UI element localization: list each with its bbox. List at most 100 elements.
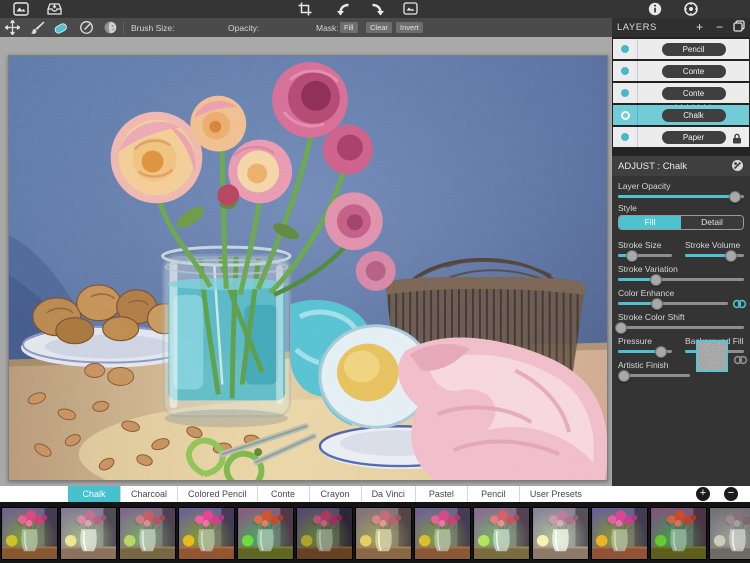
layer-pill[interactable]: Conte (662, 65, 726, 78)
slider-thumb[interactable] (650, 274, 662, 286)
layer-row-chalk-selected[interactable]: · · · · · · · Chalk (613, 105, 749, 125)
remove-preset-button[interactable]: − (724, 487, 738, 501)
layer-row-conte1[interactable]: Conte (613, 61, 749, 81)
slider-thumb[interactable] (651, 298, 663, 310)
style-detail-option[interactable]: Detail (681, 216, 743, 229)
slider-thumb[interactable] (729, 191, 741, 203)
tab-crayon[interactable]: Crayon (309, 486, 361, 502)
move-tool-icon[interactable] (4, 20, 21, 35)
layer-opacity-slider[interactable] (618, 195, 744, 198)
settings-icon[interactable] (682, 1, 699, 16)
redo-icon[interactable] (370, 1, 387, 16)
slider-thumb[interactable] (618, 370, 630, 382)
preset-thumbnail-6[interactable] (296, 507, 353, 560)
layer-opacity-label: Layer Opacity (618, 181, 670, 191)
adjust-title: ADJUST : Chalk (618, 161, 687, 172)
paint-tool-icon[interactable] (28, 20, 45, 35)
import-image-icon[interactable] (46, 1, 63, 16)
layer-row-conte2[interactable]: Conte (613, 83, 749, 103)
texture-tool-icon[interactable] (102, 20, 119, 35)
add-preset-button[interactable]: + (696, 487, 710, 501)
canvas-artwork[interactable] (8, 55, 608, 481)
style-label: Style (618, 203, 637, 213)
brush-size-label: Brush Size: (131, 23, 174, 33)
stroke-volume-slider[interactable] (685, 254, 744, 257)
mask-clear-button[interactable]: Clear (366, 22, 392, 33)
preset-thumbnail-3[interactable] (119, 507, 176, 560)
preset-thumbnail-13[interactable] (709, 507, 750, 560)
crop-icon[interactable] (296, 1, 313, 16)
artistic-finish-slider[interactable] (618, 374, 690, 377)
slider-thumb[interactable] (626, 250, 638, 262)
stroke-size-slider[interactable] (618, 254, 672, 257)
stroke-size-label: Stroke Size (618, 240, 661, 250)
lock-icon (732, 131, 742, 149)
layer-visibility-dot[interactable] (621, 111, 630, 120)
photo-library-icon[interactable] (12, 1, 29, 16)
toolbar-separator (123, 21, 124, 34)
layer-row-pencil[interactable]: Pencil (613, 39, 749, 59)
preset-thumbnail-5[interactable] (237, 507, 294, 560)
layer-visibility-dot[interactable] (621, 67, 629, 75)
layer-pill[interactable]: Chalk (662, 109, 726, 122)
layer-pill[interactable]: Pencil (662, 43, 726, 56)
tabbar-spacer (0, 486, 68, 502)
layer-visibility-dot[interactable] (621, 45, 629, 53)
mask-fill-button[interactable]: Fill (340, 22, 358, 33)
undo-icon[interactable] (334, 1, 351, 16)
color-enhance-slider[interactable] (618, 302, 728, 305)
style-fill-option[interactable]: Fill (619, 216, 681, 229)
mask-invert-button[interactable]: Invert (396, 22, 423, 33)
preset-thumbnail-8[interactable] (414, 507, 471, 560)
layer-drag-handle[interactable]: · · · · · · · (675, 102, 712, 108)
tab-conte[interactable]: Conte (257, 486, 309, 502)
artistic-finish-label: Artistic Finish (618, 360, 669, 370)
info-icon[interactable] (646, 1, 663, 16)
preset-thumbnail-2[interactable] (60, 507, 117, 560)
add-layer-button[interactable]: + (692, 20, 707, 35)
tab-pencil[interactable]: Pencil (467, 486, 519, 502)
remove-layer-button[interactable]: − (712, 20, 727, 35)
tab-chalk[interactable]: Chalk (68, 486, 120, 502)
reset-adjust-icon[interactable] (731, 159, 744, 177)
canvas-area (0, 37, 612, 486)
layer-list: Pencil Conte Conte · · · · · · · Chalk P… (612, 37, 750, 174)
slider-thumb[interactable] (615, 322, 627, 334)
stroke-color-shift-slider[interactable] (618, 326, 744, 329)
preset-thumbnail-10[interactable] (532, 507, 589, 560)
adjust-header: ADJUST : Chalk (612, 156, 750, 176)
pressure-label: Pressure (618, 336, 652, 346)
pressure-slider[interactable] (618, 350, 672, 353)
stroke-variation-slider[interactable] (618, 278, 744, 281)
erase-tool-icon[interactable] (52, 20, 69, 35)
slider-thumb[interactable] (655, 346, 667, 358)
soften-tool-icon[interactable] (78, 20, 95, 35)
preset-thumbnail-12[interactable] (650, 507, 707, 560)
top-toolbar (0, 0, 750, 18)
preset-thumbnail-1[interactable] (1, 507, 58, 560)
artistic-finish-texture-swatch[interactable] (696, 340, 728, 372)
preset-thumbnail-9[interactable] (473, 507, 530, 560)
preset-thumbnail-7[interactable] (355, 507, 412, 560)
slider-thumb[interactable] (725, 250, 737, 262)
compare-image-icon[interactable] (402, 1, 419, 16)
layer-visibility-dot[interactable] (621, 89, 629, 97)
layer-visibility-dot[interactable] (621, 133, 629, 141)
preset-thumbnail-4[interactable] (178, 507, 235, 560)
color-enhance-link-icon[interactable] (732, 296, 747, 314)
layer-row-paper[interactable]: Paper (613, 127, 749, 147)
preset-thumbnail-11[interactable] (591, 507, 648, 560)
tab-pastel[interactable]: Pastel (415, 486, 467, 502)
layer-pill[interactable]: Conte (662, 87, 726, 100)
right-panel: LAYERS + − Pencil Conte Conte (612, 18, 750, 486)
duplicate-layer-icon[interactable] (731, 20, 746, 35)
mask-label: Mask: (316, 23, 339, 33)
layers-header: LAYERS + − (612, 18, 750, 37)
artistic-finish-link-icon[interactable] (733, 352, 748, 370)
tab-da-vinci[interactable]: Da Vinci (361, 486, 415, 502)
tab-charcoal[interactable]: Charcoal (120, 486, 177, 502)
stroke-volume-label: Stroke Volume (685, 240, 740, 250)
tab-user-presets[interactable]: User Presets (519, 486, 592, 502)
layer-pill[interactable]: Paper (662, 131, 726, 144)
tab-colored-pencil[interactable]: Colored Pencil (177, 486, 257, 502)
